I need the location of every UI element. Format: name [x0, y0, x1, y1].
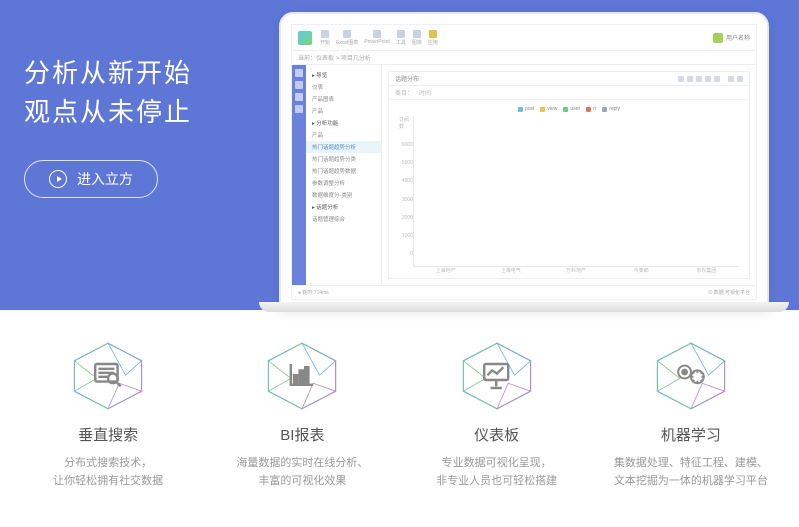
feature-desc: 海量数据的实时在线分析、丰富的可视化效果: [214, 455, 390, 490]
y-tick: 6000: [402, 142, 413, 148]
x-tick: 上海地产: [413, 267, 478, 274]
user-name: 用户名称: [726, 33, 750, 42]
y-tick: 4000: [402, 178, 413, 184]
topbar-tool[interactable]: 应用: [428, 30, 438, 46]
footer-right: © 数据 可视化平台: [709, 289, 750, 296]
plot-area: [413, 116, 739, 267]
feature-card: "> 机器学习集数据处理、特征工程、建模、文本挖掘为一体的机器学习平台: [603, 340, 779, 490]
chart-legend: post view userrtreply: [399, 106, 739, 112]
main-area: 话题分布 类目： 时间 post view userrtreply 订阅数 6000 5…: [382, 65, 756, 285]
filter-time: 时间: [419, 88, 431, 97]
app-body: ▸ 导览仪表产品图表产品▸ 分析功能产品热门话题趋势分析热门话题趋势分类热门话题…: [292, 65, 756, 285]
features-row: "> 垂直搜索分布式搜索技术，让你轻松拥有社交数据 "> BI报表海量数据的实时在线分…: [0, 310, 799, 520]
sidebar-item[interactable]: 数据维度分-类别: [306, 189, 381, 201]
sidebar: ▸ 导览仪表产品图表产品▸ 分析功能产品热门话题趋势分析热门话题趋势分类热门话题…: [306, 65, 382, 285]
sidebar-item[interactable]: 热门话题趋势分析: [306, 141, 381, 153]
feature-title: 机器学习: [603, 424, 779, 445]
chart-area: 订阅数6000500040003000200010000: [399, 116, 739, 267]
feature-icon: ">: [262, 340, 342, 412]
feature-desc: 专业数据可视化呈现，非专业人员也可轻松搭建: [409, 455, 585, 490]
sidebar-item: ▸ 导览: [306, 69, 381, 81]
feature-title: 垂直搜索: [20, 424, 196, 445]
hero-line1: 分析从新开始: [24, 58, 192, 88]
feature-title: BI报表: [214, 424, 390, 445]
panel-filters: 类目： 时间: [389, 86, 749, 100]
hero-line2: 观点从未停止: [24, 97, 192, 127]
topbar-tools: 开始 Excel图表 PowerPoint 工具图库应用: [320, 30, 438, 46]
laptop-mockup: 开始 Excel图表 PowerPoint 工具图库应用 用户名称 当前：仪表板 > …: [279, 12, 769, 312]
app-screenshot: 开始 Excel图表 PowerPoint 工具图库应用 用户名称 当前：仪表板 > …: [291, 24, 757, 300]
sidebar-item[interactable]: 热门话题趋势数据: [306, 165, 381, 177]
laptop-base: [259, 302, 789, 312]
topbar-tool[interactable]: PowerPoint: [364, 30, 390, 46]
filter-category: 类目：: [395, 88, 413, 97]
breadcrumb-text: 当前：仪表板 > 项目几分析: [298, 53, 371, 62]
legend-item: view: [540, 106, 557, 112]
play-icon: [49, 170, 67, 188]
panel-actions: [678, 76, 743, 82]
hero-text: 分析从新开始 观点从未停止 进入立方: [24, 54, 192, 198]
app-footer: ● 耗时 714ms © 数据 可视化平台: [292, 285, 756, 299]
footer-left: ● 耗时 714ms: [298, 289, 329, 296]
app-logo-icon: [298, 31, 312, 45]
feature-title: 仪表板: [409, 424, 585, 445]
chart: post view userrtreply 订阅数 6000 5000 4000 3000 2…: [389, 100, 749, 278]
app-topbar: 开始 Excel图表 PowerPoint 工具图库应用 用户名称: [292, 25, 756, 51]
x-tick: 万科地产: [543, 267, 608, 274]
chart-panel: 话题分布 类目： 时间 post view userrtreply 订阅数 6000 5…: [388, 71, 750, 279]
sidebar-item: ▸ 话题分析: [306, 201, 381, 213]
left-rail: [292, 65, 306, 285]
legend-item: user: [563, 106, 580, 112]
topbar-tool[interactable]: Excel图表: [336, 30, 358, 46]
feature-icon: ">: [651, 340, 731, 412]
sidebar-item: ▸ 分析功能: [306, 117, 381, 129]
x-tick: 上海电气: [478, 267, 543, 274]
y-label: 订阅数: [399, 116, 413, 130]
y-tick: 3000: [402, 197, 413, 203]
user-icon: [713, 33, 723, 43]
sidebar-item[interactable]: 产品: [306, 105, 381, 117]
panel-header: 话题分布: [389, 72, 749, 86]
y-tick: 5000: [402, 160, 413, 166]
feature-card: "> 垂直搜索分布式搜索技术，让你轻松拥有社交数据: [20, 340, 196, 490]
x-tick: 今麦郎: [609, 267, 674, 274]
y-tick: 1000: [402, 233, 413, 239]
legend-item: reply: [602, 106, 620, 112]
hero-section: 分析从新开始 观点从未停止 进入立方 开始 Excel图表 PowerPoint 工具…: [0, 0, 799, 310]
sidebar-item[interactable]: 话题管理综合: [306, 213, 381, 225]
feature-card: "> 仪表板专业数据可视化呈现，非专业人员也可轻松搭建: [409, 340, 585, 490]
sidebar-item[interactable]: 参数调整分析: [306, 177, 381, 189]
sidebar-item[interactable]: 仪表: [306, 81, 381, 93]
sidebar-item[interactable]: 热门话题趋势分类: [306, 153, 381, 165]
panel-title: 话题分布: [395, 74, 419, 83]
user-badge: 用户名称: [713, 33, 750, 43]
legend-item: rt: [586, 106, 596, 112]
feature-desc: 集数据处理、特征工程、建模、文本挖掘为一体的机器学习平台: [603, 455, 779, 490]
feature-icon: ">: [457, 340, 537, 412]
feature-desc: 分布式搜索技术，让你轻松拥有社交数据: [20, 455, 196, 490]
x-tick: 京东集团: [674, 267, 739, 274]
sidebar-item[interactable]: 产品: [306, 129, 381, 141]
x-axis: 上海地产上海电气万科地产今麦郎京东集团: [399, 267, 739, 274]
y-axis: 订阅数6000500040003000200010000: [399, 116, 413, 267]
topbar-tool[interactable]: 图库: [412, 30, 422, 46]
enter-button[interactable]: 进入立方: [24, 160, 158, 198]
y-tick: 2000: [402, 215, 413, 221]
enter-button-label: 进入立方: [77, 169, 133, 189]
feature-icon: ">: [68, 340, 148, 412]
breadcrumb: 当前：仪表板 > 项目几分析: [292, 51, 756, 65]
sidebar-item[interactable]: 产品图表: [306, 93, 381, 105]
feature-card: "> BI报表海量数据的实时在线分析、丰富的可视化效果: [214, 340, 390, 490]
legend-item: post: [518, 106, 534, 112]
topbar-tool[interactable]: 开始: [320, 30, 330, 46]
topbar-tool[interactable]: 工具: [396, 30, 406, 46]
